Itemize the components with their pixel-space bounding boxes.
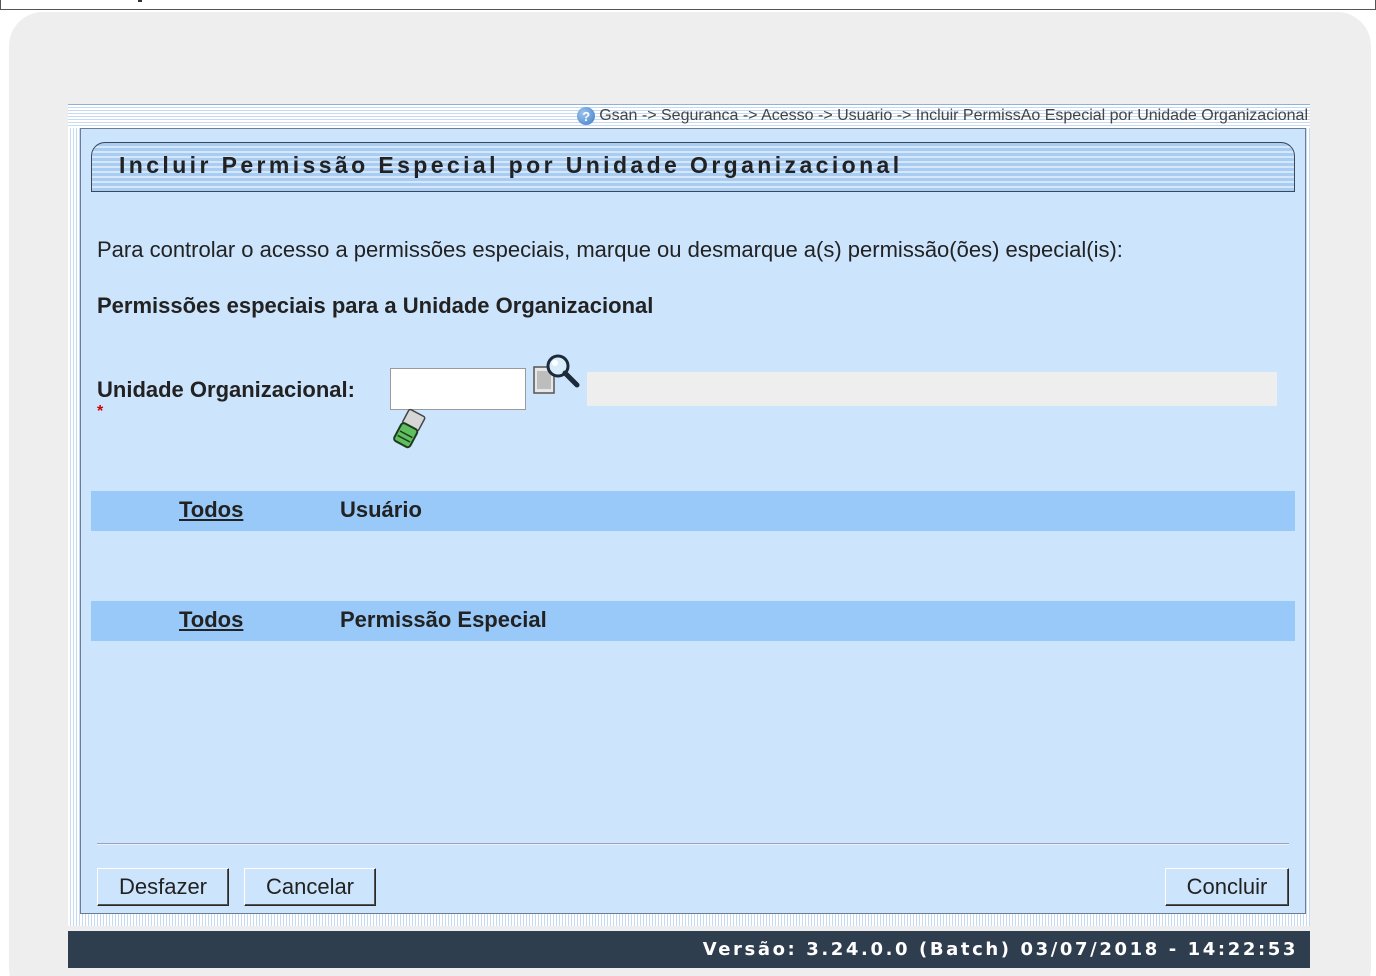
undo-button[interactable]: Desfazer — [97, 868, 229, 906]
title-box: Incluir Permissão Especial por Unidade O… — [91, 142, 1295, 192]
users-list-header: Todos Usuário — [91, 491, 1295, 531]
version-text: Versão: 3.24.0.0 (Batch) 03/07/2018 - 14… — [702, 939, 1298, 960]
eraser-icon — [393, 408, 426, 449]
top-window-strip — [0, 0, 1376, 10]
breadcrumb-text: Gsan -> Seguranca -> Acesso -> Usuario -… — [599, 107, 1308, 124]
footer-bar: Versão: 3.24.0.0 (Batch) 03/07/2018 - 14… — [68, 931, 1310, 968]
unit-label: Unidade Organizacional: — [97, 377, 355, 402]
required-marker: * — [97, 403, 104, 420]
page-title: Incluir Permissão Especial por Unidade O… — [119, 152, 903, 178]
buttons-divider — [97, 843, 1289, 845]
unit-description-field — [587, 372, 1277, 406]
permissions-column-label: Permissão Especial — [340, 607, 547, 632]
magnifier-icon — [533, 354, 580, 394]
users-column-label: Usuário — [340, 497, 422, 522]
select-all-permissions-link[interactable]: Todos — [179, 607, 243, 633]
section-title: Permissões especiais para a Unidade Orga… — [97, 293, 654, 318]
unit-code-input[interactable] — [390, 368, 526, 410]
breadcrumb-bar: ? Gsan -> Seguranca -> Acesso -> Usuario… — [68, 104, 1310, 128]
instructions-text: Para controlar o acesso a permissões esp… — [97, 237, 1123, 262]
breadcrumb: ? Gsan -> Seguranca -> Acesso -> Usuario… — [577, 107, 1308, 125]
select-all-users-link[interactable]: Todos — [179, 497, 243, 523]
conclude-button[interactable]: Concluir — [1165, 868, 1289, 906]
search-unit-button[interactable] — [531, 353, 581, 401]
form-panel: Incluir Permissão Especial por Unidade O… — [80, 128, 1306, 914]
strip-glyph — [138, 0, 142, 2]
permissions-list-header: Todos Permissão Especial — [91, 601, 1295, 641]
clear-unit-button[interactable] — [391, 407, 427, 451]
help-icon[interactable]: ? — [577, 107, 596, 125]
cancel-button[interactable]: Cancelar — [244, 868, 376, 906]
main-panel: Incluir Permissão Especial por Unidade O… — [68, 128, 1310, 926]
